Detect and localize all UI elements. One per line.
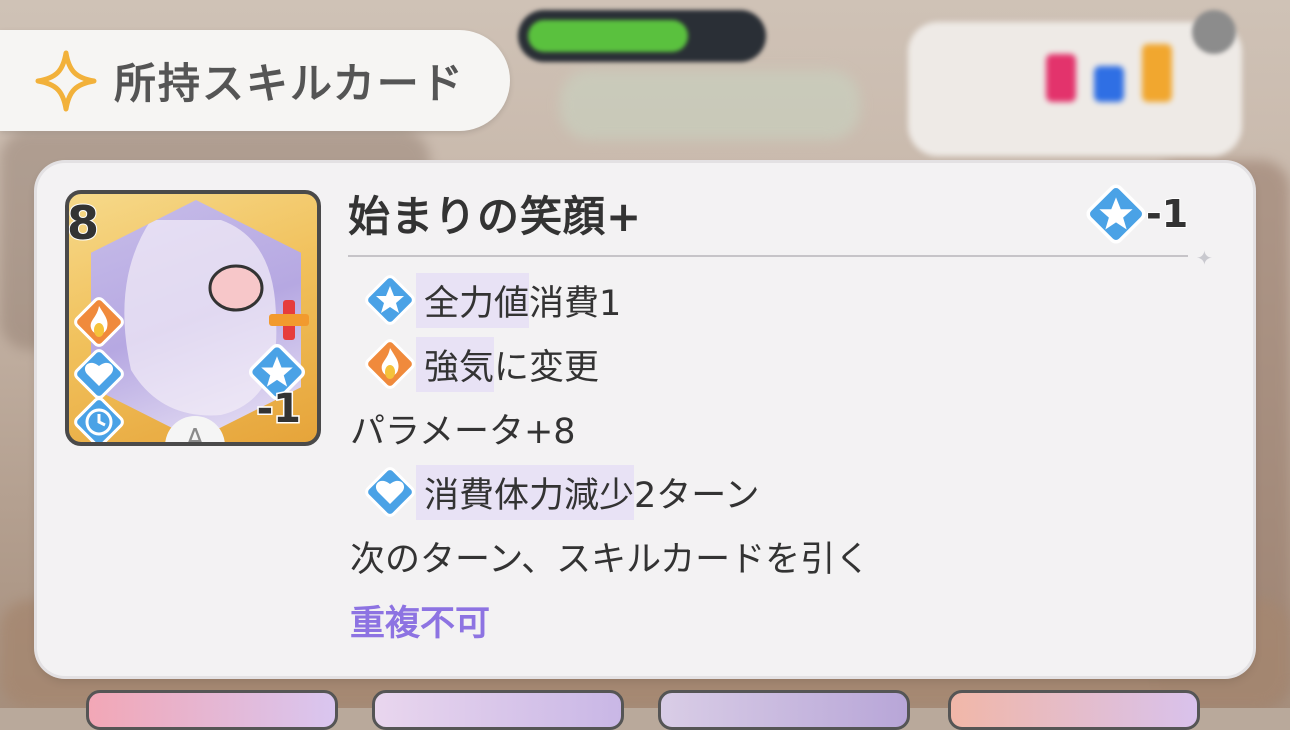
effect-keyword: 消費体力減少	[416, 464, 635, 520]
star-icon	[1086, 184, 1146, 244]
heart-icon	[365, 467, 415, 517]
skill-card-art: 8 -1 A	[65, 190, 321, 446]
status-panel	[908, 22, 1242, 156]
card-stamina-cost: -1	[255, 385, 302, 434]
effect-text: パラメータ+8	[350, 411, 576, 452]
sparkle-decoration-icon: ✦	[1196, 246, 1213, 270]
effect-keyword: 全力値	[416, 272, 530, 328]
effect-text: に変更	[494, 347, 600, 388]
hp-bar	[518, 10, 766, 62]
clock-icon	[74, 397, 124, 442]
info-icon[interactable]	[1192, 10, 1236, 54]
stamina-cost-value: -1	[1145, 191, 1189, 237]
restriction-label: 重複不可	[348, 588, 1208, 652]
card-cost: 8	[67, 195, 100, 251]
effect-row: パラメータ+8	[348, 396, 1208, 460]
fire-icon	[365, 339, 415, 389]
hand-card[interactable]	[86, 690, 338, 730]
hand-card[interactable]	[658, 690, 910, 730]
effect-text: 次のターン、スキルカードを引く	[350, 539, 871, 580]
effect-row: 消費体力減少 2ターン	[348, 460, 1208, 524]
section-title: 所持スキルカード	[0, 30, 510, 131]
card-name: 始まりの笑顔+	[348, 192, 643, 241]
effect-row: 次のターン、スキルカードを引く	[348, 524, 1208, 588]
stamina-cost: -1	[1078, 174, 1189, 254]
restriction-text: 重複不可	[350, 603, 491, 644]
star-icon	[365, 275, 415, 325]
effect-row: 全力値 消費1	[348, 268, 1208, 332]
effect-row: 強気 に変更	[348, 332, 1208, 396]
divider	[348, 255, 1188, 257]
hand-card[interactable]	[948, 690, 1200, 730]
effect-text: 消費1	[529, 283, 622, 324]
hp-bar-fill	[528, 20, 688, 52]
card-effects: 全力値 消費1 強気 に変更 パラメータ+8 消費体力減少 2ターン 次のターン…	[348, 268, 1208, 652]
hand-card[interactable]	[372, 690, 624, 730]
section-title-label: 所持スキルカード	[114, 59, 465, 108]
effect-text: 2ターン	[634, 475, 760, 516]
sparkle-icon	[35, 50, 97, 111]
effect-keyword: 強気	[416, 336, 495, 392]
